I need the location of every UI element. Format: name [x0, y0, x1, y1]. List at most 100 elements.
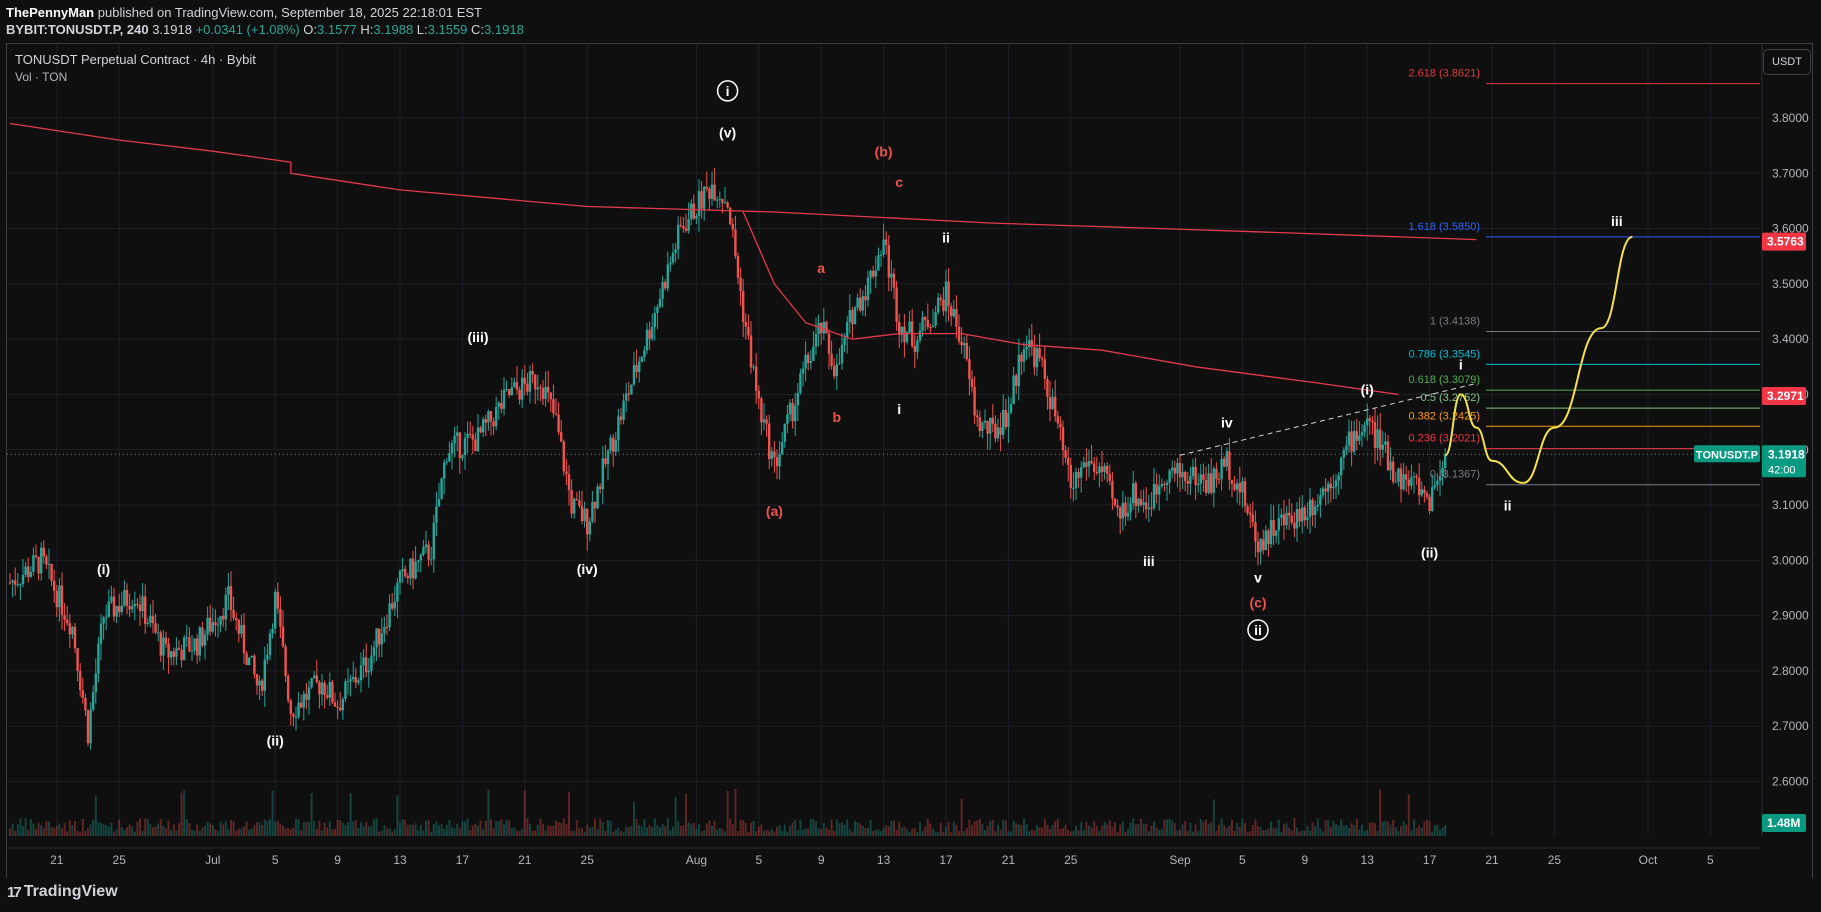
- volume-bar: [1384, 820, 1387, 836]
- candle-body: [370, 655, 373, 671]
- chart-legend-title[interactable]: TONUSDT Perpetual Contract · 4h · Bybit: [15, 52, 256, 67]
- candle-body: [968, 359, 971, 380]
- candle-body: [913, 345, 916, 352]
- candle-body: [1035, 348, 1039, 368]
- candle-body: [853, 307, 857, 325]
- volume-bar: [141, 830, 144, 836]
- candle-body: [1340, 457, 1343, 476]
- volume-bar: [1413, 819, 1415, 836]
- candle-body: [1043, 359, 1046, 379]
- volume-bar: [1028, 831, 1031, 836]
- candle-body: [1004, 410, 1007, 427]
- volume-bar: [679, 825, 682, 836]
- candle-body: [812, 346, 815, 362]
- candle-body: [1428, 496, 1431, 511]
- candle-body: [427, 544, 430, 560]
- candle-body: [513, 382, 516, 388]
- volume-bar: [757, 826, 760, 836]
- candle-body: [1423, 489, 1426, 494]
- tradingview-logo[interactable]: 17 TradingView: [7, 883, 118, 901]
- volume-bar: [282, 825, 284, 836]
- volume-bar: [516, 830, 518, 836]
- candle-body: [1074, 471, 1078, 488]
- volume-bar: [1246, 831, 1249, 836]
- volume-bar: [1361, 824, 1363, 836]
- volume-bar: [1129, 822, 1132, 836]
- candle-body: [1178, 463, 1182, 478]
- candle-body: [383, 626, 386, 634]
- candle-body: [1030, 340, 1033, 348]
- candle-body: [617, 416, 620, 441]
- volume-bar: [1428, 820, 1431, 836]
- volume-bar: [258, 822, 261, 836]
- volume-bar: [1184, 821, 1187, 836]
- volume-bar: [828, 829, 830, 836]
- candle-body: [118, 606, 121, 612]
- volume-bar: [989, 820, 992, 836]
- wave-label: (b): [875, 144, 893, 160]
- volume-bar: [1420, 827, 1423, 836]
- candle-body: [609, 437, 612, 451]
- candle-body: [1171, 467, 1174, 471]
- candle-body: [1327, 483, 1330, 492]
- volume-bar: [1285, 823, 1288, 836]
- candle-body: [1394, 481, 1397, 483]
- volume-bar: [708, 820, 711, 836]
- volume-bar: [978, 818, 981, 836]
- volume-bar: [404, 819, 407, 836]
- wave-label: ii: [1504, 498, 1512, 514]
- volume-bar: [1358, 829, 1361, 836]
- volume-bar: [726, 791, 729, 836]
- candle-body: [1061, 427, 1065, 451]
- candle-body: [1147, 507, 1150, 510]
- candle-body: [687, 218, 690, 231]
- candle-body: [1285, 512, 1288, 526]
- candle-body: [276, 591, 279, 609]
- volume-legend[interactable]: Vol · TON: [15, 70, 67, 84]
- candle-body: [443, 462, 446, 479]
- candle-body: [1236, 483, 1239, 490]
- volume-bar: [958, 831, 960, 836]
- volume-bar: [1038, 827, 1041, 836]
- volume-bar: [1301, 830, 1304, 836]
- candle-body: [1116, 505, 1119, 508]
- volume-bar: [718, 827, 721, 836]
- candle-body: [1415, 476, 1418, 478]
- candle-body: [833, 365, 836, 377]
- candle-body: [778, 453, 781, 467]
- currency-button[interactable]: USDT: [1763, 49, 1811, 75]
- volume-bar: [365, 822, 368, 836]
- candle-body: [1433, 485, 1436, 488]
- volume-bar: [144, 818, 147, 836]
- volume-bar: [578, 828, 581, 836]
- candle-body: [315, 675, 318, 683]
- candle-body: [1334, 480, 1338, 487]
- volume-bar: [53, 828, 56, 836]
- candle-body: [648, 329, 651, 339]
- price-chart[interactable]: 3.80003.70003.60003.50003.40003.30003.20…: [0, 0, 1821, 912]
- candle-body: [151, 615, 155, 624]
- candle-body: [991, 417, 994, 424]
- volume-bar: [591, 827, 594, 836]
- candle-body: [1368, 418, 1371, 421]
- volume-bar: [209, 823, 212, 836]
- candle-body: [1230, 479, 1234, 485]
- candle-body: [534, 374, 537, 390]
- candle-body: [716, 199, 719, 201]
- candle-body: [409, 558, 412, 579]
- x-tick-label: 17: [1423, 853, 1437, 867]
- volume-bar: [180, 792, 183, 836]
- candle-body: [1350, 431, 1353, 452]
- candle-body: [981, 422, 984, 432]
- volume-bar: [1267, 828, 1270, 836]
- candle-body: [664, 281, 667, 289]
- candle-body: [523, 377, 526, 384]
- candle-body: [1418, 477, 1421, 496]
- candle-body: [898, 321, 901, 335]
- candle-body: [450, 443, 454, 454]
- volume-bar: [877, 829, 880, 836]
- candle-body: [154, 623, 157, 633]
- candle-body: [937, 297, 940, 313]
- x-tick-label: 13: [877, 853, 891, 867]
- volume-bar: [1231, 819, 1233, 836]
